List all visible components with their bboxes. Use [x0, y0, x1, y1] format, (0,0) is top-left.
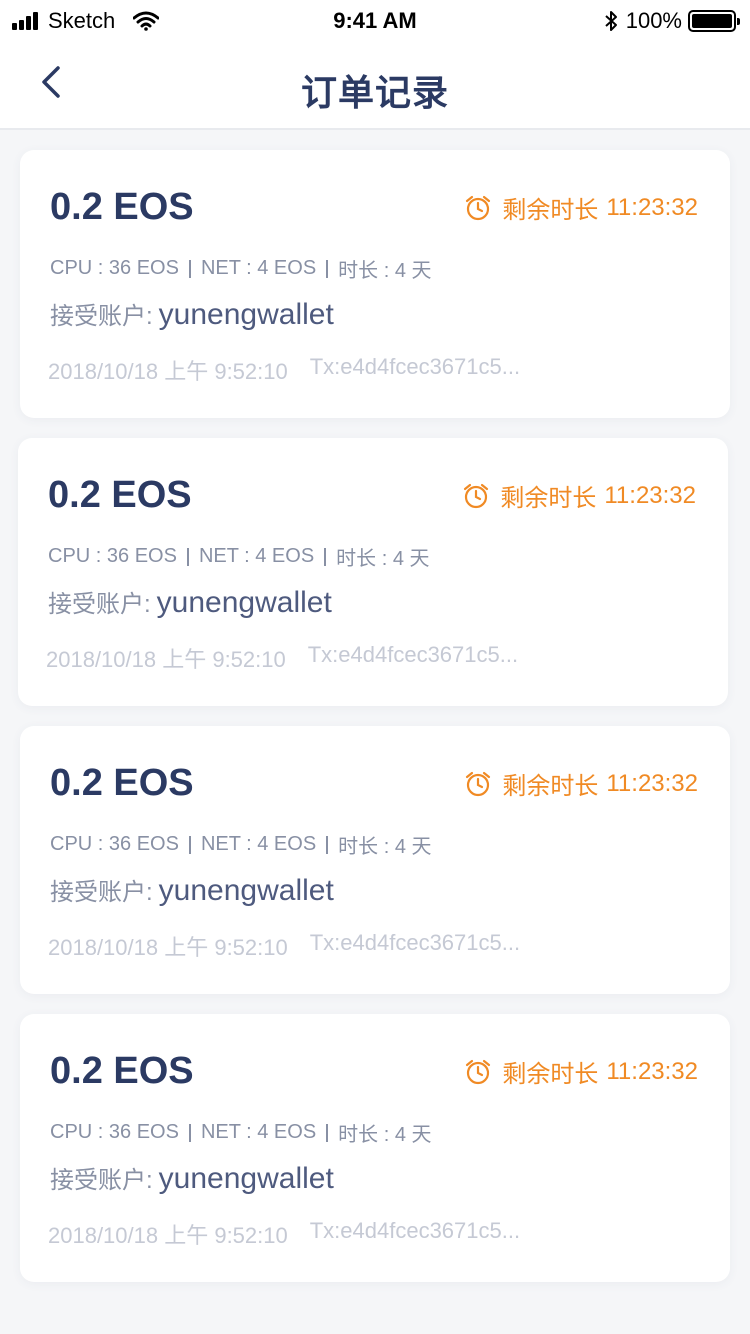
remaining-label: 剩余时长 — [502, 773, 599, 800]
order-amount: 0.2 EOS — [50, 1050, 194, 1092]
net-spec: NET : 4 EOS — [200, 1121, 317, 1143]
alarm-clock-icon — [466, 1059, 491, 1084]
remaining-time: 剩余时长 11:23:32 — [464, 1054, 698, 1089]
divider — [186, 547, 189, 566]
alarm-clock-icon — [466, 771, 491, 796]
duration-spec: 时长 : 4 天 — [338, 260, 432, 282]
receiver-row: 接受账户: yunengwallet — [50, 296, 334, 332]
remaining-time: 剩余时长 11:23:32 — [464, 190, 698, 225]
order-meta: 2018/10/18 上午 9:52:10 Tx:e4d4fcec3671c5.… — [46, 642, 518, 674]
order-datetime: 2018/10/18 上午 9:52:10 — [48, 935, 288, 960]
remaining-value: 11:23:32 — [606, 769, 698, 797]
status-bar: Sketch 9:41 AM 100% — [0, 0, 750, 40]
resource-specs: CPU : 36 EOS NET : 4 EOS 时长 : 4 天 — [50, 1118, 432, 1147]
order-card[interactable]: 0.2 EOS 剩余时长 11:23:32 CPU : 36 EOS NET :… — [20, 150, 730, 418]
resource-specs: CPU : 36 EOS NET : 4 EOS 时长 : 4 天 — [50, 254, 432, 283]
net-spec: NET : 4 EOS — [198, 545, 315, 567]
order-amount: 0.2 EOS — [50, 762, 194, 804]
net-spec: NET : 4 EOS — [200, 257, 317, 279]
order-amount: 0.2 EOS — [50, 186, 194, 228]
order-meta: 2018/10/18 上午 9:52:10 Tx:e4d4fcec3671c5.… — [48, 354, 520, 386]
remaining-time: 剩余时长 11:23:32 — [464, 766, 698, 801]
order-datetime: 2018/10/18 上午 9:52:10 — [48, 1223, 288, 1248]
duration-spec: 时长 : 4 天 — [336, 548, 430, 570]
duration-spec: 时长 : 4 天 — [338, 1124, 432, 1146]
receiver-row: 接受账户: yunengwallet — [50, 1160, 334, 1196]
remaining-value: 11:23:32 — [606, 1057, 698, 1085]
alarm-clock-icon — [466, 195, 491, 220]
resource-specs: CPU : 36 EOS NET : 4 EOS 时长 : 4 天 — [48, 542, 430, 571]
order-amount: 0.2 EOS — [48, 474, 192, 516]
battery-percent: 100% — [625, 8, 682, 33]
remaining-label: 剩余时长 — [502, 1061, 599, 1088]
receiver-account: yunengwallet — [156, 586, 332, 619]
cpu-spec: CPU : 36 EOS — [50, 257, 179, 279]
transaction-id: Tx:e4d4fcec3671c5... — [309, 354, 521, 379]
resource-specs: CPU : 36 EOS NET : 4 EOS 时长 : 4 天 — [50, 830, 432, 859]
divider — [188, 1123, 191, 1142]
transaction-id: Tx:e4d4fcec3671c5... — [309, 1218, 521, 1243]
nav-bar: 订单记录 — [0, 40, 750, 130]
battery-icon — [688, 10, 740, 32]
receiver-label: 接受账户: — [50, 1167, 153, 1194]
receiver-account: yunengwallet — [158, 298, 334, 331]
cpu-spec: CPU : 36 EOS — [50, 833, 179, 855]
transaction-id: Tx:e4d4fcec3671c5... — [309, 930, 521, 955]
divider — [326, 1123, 329, 1142]
order-meta: 2018/10/18 上午 9:52:10 Tx:e4d4fcec3671c5.… — [48, 1218, 520, 1250]
page-title: 订单记录 — [300, 72, 449, 113]
order-datetime: 2018/10/18 上午 9:52:10 — [46, 647, 286, 672]
receiver-account: yunengwallet — [158, 1162, 334, 1195]
receiver-row: 接受账户: yunengwallet — [48, 584, 332, 620]
bluetooth-icon — [605, 11, 617, 31]
order-card[interactable]: 0.2 EOS 剩余时长 11:23:32 CPU : 36 EOS NET :… — [20, 1014, 730, 1282]
divider — [188, 835, 191, 854]
divider — [326, 259, 329, 278]
divider — [188, 259, 191, 278]
divider — [324, 547, 327, 566]
cpu-spec: CPU : 36 EOS — [50, 1121, 179, 1143]
alarm-clock-icon — [464, 483, 489, 508]
status-right: 100% — [604, 8, 740, 34]
receiver-account: yunengwallet — [158, 874, 334, 907]
receiver-row: 接受账户: yunengwallet — [50, 872, 334, 908]
receiver-label: 接受账户: — [48, 591, 151, 618]
remaining-time: 剩余时长 11:23:32 — [462, 478, 696, 513]
cpu-spec: CPU : 36 EOS — [48, 545, 177, 567]
net-spec: NET : 4 EOS — [200, 833, 317, 855]
order-card[interactable]: 0.2 EOS 剩余时长 11:23:32 CPU : 36 EOS NET :… — [18, 438, 728, 706]
order-card[interactable]: 0.2 EOS 剩余时长 11:23:32 CPU : 36 EOS NET :… — [20, 726, 730, 994]
transaction-id: Tx:e4d4fcec3671c5... — [307, 642, 519, 667]
divider — [326, 835, 329, 854]
receiver-label: 接受账户: — [50, 303, 153, 330]
order-datetime: 2018/10/18 上午 9:52:10 — [48, 359, 288, 384]
remaining-label: 剩余时长 — [500, 485, 597, 512]
receiver-label: 接受账户: — [50, 879, 153, 906]
remaining-value: 11:23:32 — [606, 193, 698, 221]
remaining-label: 剩余时长 — [502, 197, 599, 224]
remaining-value: 11:23:32 — [604, 481, 696, 509]
order-meta: 2018/10/18 上午 9:52:10 Tx:e4d4fcec3671c5.… — [48, 930, 520, 962]
duration-spec: 时长 : 4 天 — [338, 836, 432, 858]
